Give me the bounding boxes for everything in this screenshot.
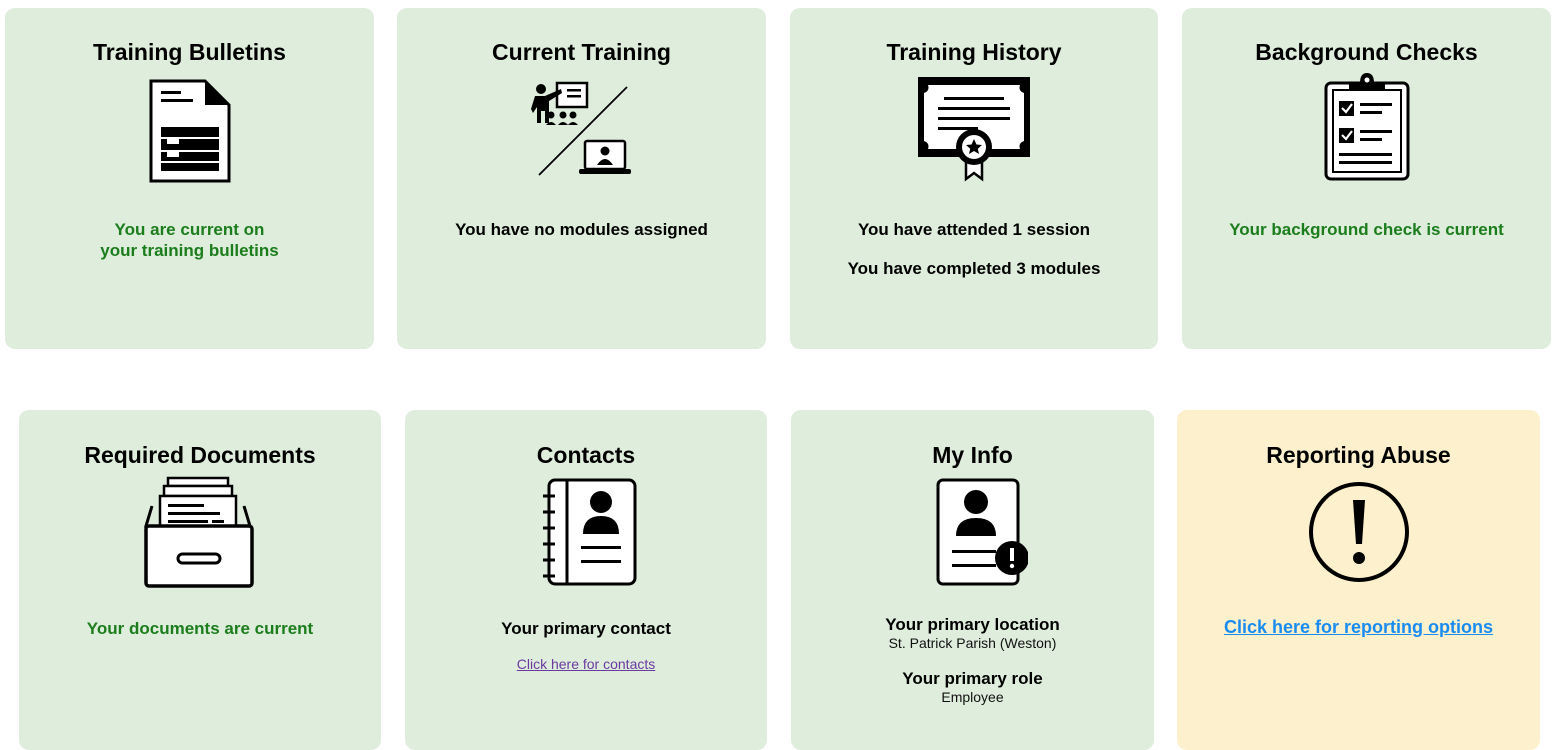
card-title: Current Training (492, 39, 671, 65)
current-training-status: You have no modules assigned (455, 220, 708, 239)
clipboard-checklist-icon (1324, 73, 1409, 181)
card-title: My Info (932, 442, 1013, 468)
bulletins-status-line2: your training bulletins (100, 241, 279, 260)
primary-role-value: Employee (941, 689, 1004, 705)
card-title: Required Documents (84, 442, 316, 468)
modules-completed: You have completed 3 modules (847, 259, 1101, 278)
id-card-alert-icon (936, 478, 1028, 586)
background-checks-card[interactable]: Background Checks Your background check … (1182, 8, 1551, 349)
primary-role-label: Your primary role (902, 669, 1043, 688)
contacts-card[interactable]: Contacts Your primary contact Click here… (405, 410, 767, 750)
card-title: Reporting Abuse (1266, 442, 1451, 468)
card-title: Contacts (536, 442, 636, 468)
training-history-card[interactable]: Training History You have attended 1 ses… (790, 8, 1158, 349)
card-title: Background Checks (1255, 39, 1478, 65)
current-training-card[interactable]: Current Training You have no modules ass… (397, 8, 766, 349)
contacts-link[interactable]: Click here for contacts (517, 656, 656, 672)
certificate-icon (918, 77, 1030, 182)
primary-location-value: St. Patrick Parish (Weston) (888, 635, 1057, 651)
document-icon (149, 79, 230, 183)
reporting-options-link[interactable]: Click here for reporting options (1224, 617, 1493, 637)
primary-location-label: Your primary location (885, 615, 1060, 634)
my-info-card[interactable]: My Info Your primary location St. Patric… (791, 410, 1154, 750)
card-title: Training Bulletins (93, 39, 286, 65)
background-check-status: Your background check is current (1229, 220, 1504, 239)
address-book-icon (543, 478, 637, 586)
required-documents-card[interactable]: Required Documents Your documents are cu… (19, 410, 381, 750)
documents-status: Your documents are current (86, 619, 314, 638)
reporting-abuse-card[interactable]: Reporting Abuse Click here for reporting… (1177, 410, 1540, 750)
primary-contact-label: Your primary contact (501, 619, 671, 638)
file-drawer-icon (143, 476, 254, 588)
training-presentation-icon (530, 81, 631, 176)
training-bulletins-card[interactable]: Training Bulletins You are current on yo… (5, 8, 374, 349)
card-title: Training History (886, 39, 1062, 65)
sessions-attended: You have attended 1 session (857, 220, 1091, 239)
bulletins-status-line1: You are current on (114, 220, 265, 239)
exclamation-circle-icon (1308, 482, 1409, 582)
